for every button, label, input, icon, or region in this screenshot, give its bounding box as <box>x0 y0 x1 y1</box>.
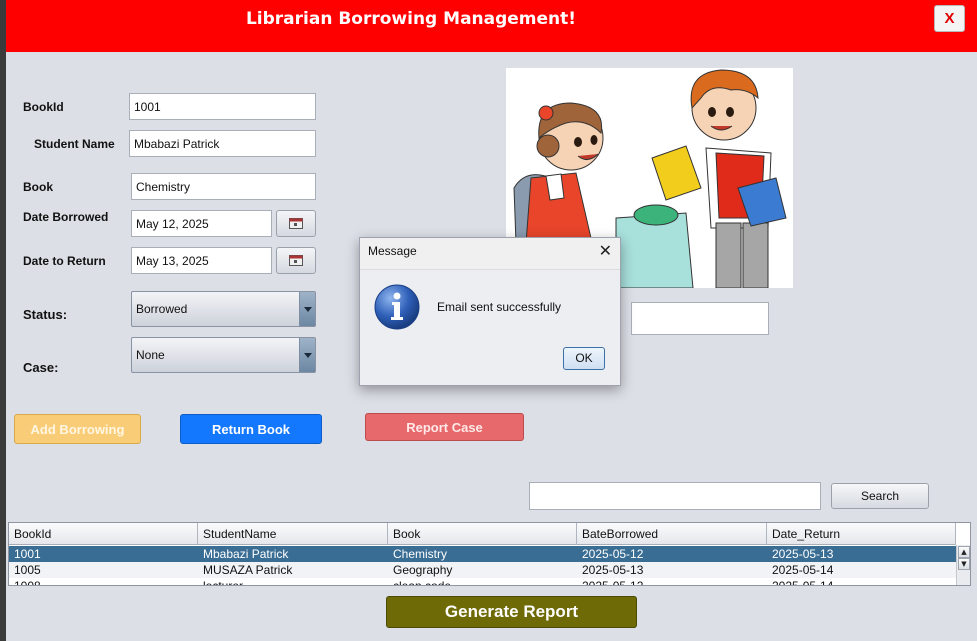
book-field[interactable]: Chemistry <box>131 173 316 200</box>
calendar-icon <box>289 255 303 266</box>
date-borrowed-calendar-button[interactable] <box>276 210 316 237</box>
ok-button[interactable]: OK <box>563 347 605 370</box>
bookid-field[interactable]: 1001 <box>129 93 316 120</box>
table-cell: Geography <box>393 563 453 577</box>
table-cell: Mbabazi Patrick <box>203 547 289 561</box>
column-header[interactable]: StudentName <box>198 523 388 545</box>
calendar-icon <box>289 218 303 229</box>
date-return-calendar-button[interactable] <box>276 247 316 274</box>
status-label: Status: <box>23 307 68 322</box>
chevron-down-icon[interactable] <box>299 292 315 326</box>
column-header[interactable]: Date_Return <box>767 523 956 545</box>
dialog-title: Message <box>368 244 417 258</box>
table-row[interactable]: 1008 lecturer clean code 2025-05-12 2025… <box>9 578 956 586</box>
status-dropdown-value: Borrowed <box>136 302 188 316</box>
date-to-return-label: Date to Return <box>23 254 106 268</box>
column-header[interactable]: Book <box>388 523 577 545</box>
table-cell: 1005 <box>14 563 41 577</box>
table-cell: 2025-05-12 <box>582 579 644 586</box>
table-row[interactable]: 1005 MUSAZA Patrick Geography 2025-05-13… <box>9 562 956 578</box>
return-book-button[interactable]: Return Book <box>180 414 322 444</box>
scroll-down-icon[interactable]: ▼ <box>958 558 970 570</box>
date-to-return-field[interactable]: May 13, 2025 <box>131 247 272 274</box>
add-borrowing-button[interactable]: Add Borrowing <box>14 414 141 444</box>
info-icon <box>373 283 421 335</box>
table-scrollbar[interactable]: ▲ ▼ <box>956 545 970 585</box>
case-label: Case: <box>23 360 59 375</box>
table-cell: 2025-05-13 <box>772 547 834 561</box>
table-cell: 2025-05-13 <box>582 563 644 577</box>
case-dropdown[interactable]: None <box>131 337 316 373</box>
table-cell: 2025-05-12 <box>582 547 644 561</box>
report-case-button[interactable]: Report Case <box>365 413 524 441</box>
dialog-body: Email sent successfully OK <box>360 269 620 385</box>
dialog-close-icon[interactable]: ✕ <box>599 241 612 260</box>
dialog-message: Email sent successfully <box>437 300 562 314</box>
window-title: Librarian Borrowing Management! <box>245 9 577 29</box>
column-header[interactable]: BateBorrowed <box>577 523 767 545</box>
table-cell: 1001 <box>14 547 41 561</box>
table-row[interactable]: 1001 Mbabazi Patrick Chemistry 2025-05-1… <box>9 546 956 562</box>
borrowings-table: BookId StudentName Book BateBorrowed Dat… <box>8 522 971 586</box>
table-cell: 1008 <box>14 579 41 586</box>
date-borrowed-label: Date Borrowed <box>23 210 109 224</box>
search-input[interactable] <box>529 482 821 510</box>
close-button[interactable]: X <box>934 5 965 32</box>
chevron-down-icon[interactable] <box>299 338 315 372</box>
message-dialog: Message ✕ Email sent successfully OK <box>359 237 621 386</box>
table-cell: 2025-05-14 <box>772 563 834 577</box>
table-cell: MUSAZA Patrick <box>203 563 293 577</box>
search-button[interactable]: Search <box>831 483 929 509</box>
table-header: BookId StudentName Book BateBorrowed Dat… <box>9 523 956 545</box>
table-cell: lecturer <box>203 579 244 586</box>
case-dropdown-value: None <box>136 348 165 362</box>
table-cell: clean code <box>393 579 452 586</box>
scroll-up-icon[interactable]: ▲ <box>958 546 970 558</box>
status-dropdown[interactable]: Borrowed <box>131 291 316 327</box>
date-borrowed-field[interactable]: May 12, 2025 <box>131 210 272 237</box>
bookid-label: BookId <box>23 100 64 114</box>
student-name-label: Student Name <box>34 137 115 151</box>
title-bar: Librarian Borrowing Management! X <box>6 0 977 52</box>
student-name-field[interactable]: Mbabazi Patrick <box>129 130 316 157</box>
book-label: Book <box>23 180 53 194</box>
table-cell: 2025-05-14 <box>772 579 834 586</box>
generate-report-button[interactable]: Generate Report <box>386 596 637 628</box>
column-header[interactable]: BookId <box>9 523 198 545</box>
table-cell: Chemistry <box>393 547 448 561</box>
side-input-field[interactable] <box>631 302 769 335</box>
main-window: Librarian Borrowing Management! X BookId… <box>6 0 977 641</box>
